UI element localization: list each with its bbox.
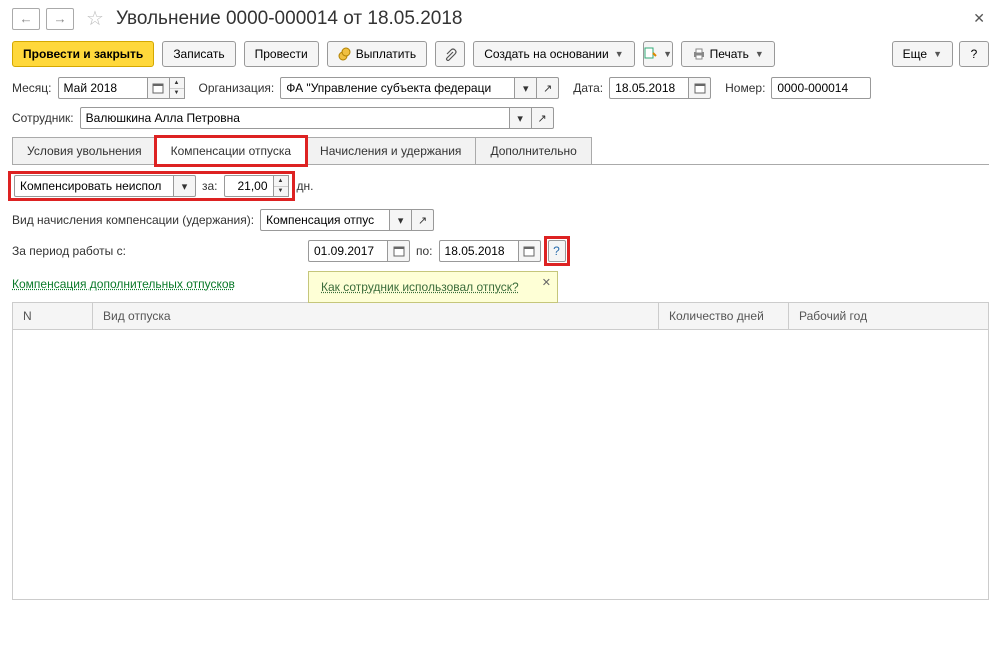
chevron-down-icon: ▼ bbox=[663, 49, 672, 59]
month-input[interactable] bbox=[58, 77, 148, 99]
tab-additional[interactable]: Дополнительно bbox=[475, 137, 591, 164]
document-icon bbox=[643, 47, 657, 61]
attachment-button[interactable] bbox=[435, 41, 465, 67]
month-input-group: ▲ ▼ bbox=[58, 77, 185, 99]
days-down-button[interactable]: ▼ bbox=[274, 187, 288, 197]
print-button[interactable]: Печать ▼ bbox=[681, 41, 775, 67]
for-label: за: bbox=[202, 179, 218, 193]
col-work-year: Рабочий год bbox=[789, 303, 989, 330]
calendar-icon[interactable] bbox=[689, 77, 711, 99]
calendar-icon[interactable] bbox=[388, 240, 410, 262]
dropdown-icon[interactable]: ▾ bbox=[510, 107, 532, 129]
coins-icon bbox=[338, 47, 352, 61]
vacation-usage-tooltip: ✕ Как сотрудник использовал отпуск? bbox=[308, 271, 558, 303]
days-unit-label: дн. bbox=[297, 179, 314, 193]
col-leave-type: Вид отпуска bbox=[93, 303, 659, 330]
dropdown-icon[interactable]: ▾ bbox=[390, 209, 412, 231]
org-label: Организация: bbox=[199, 81, 275, 95]
compensate-row: ▾ за: ▲ ▼ дн. bbox=[12, 175, 989, 197]
fields-row-1: Месяц: ▲ ▼ Организация: ▾ ↗ Дата: Номер: bbox=[12, 77, 989, 99]
col-days: Количество дней bbox=[659, 303, 789, 330]
date-input[interactable] bbox=[609, 77, 689, 99]
days-up-button[interactable]: ▲ bbox=[274, 176, 288, 187]
tooltip-link[interactable]: Как сотрудник использовал отпуск? bbox=[321, 280, 519, 294]
star-icon[interactable]: ☆ bbox=[86, 6, 104, 31]
number-input[interactable] bbox=[771, 77, 871, 99]
number-label: Номер: bbox=[725, 81, 765, 95]
accrual-input[interactable] bbox=[260, 209, 390, 231]
accrual-row: Вид начисления компенсации (удержания): … bbox=[12, 209, 989, 231]
days-input[interactable] bbox=[224, 175, 274, 197]
calendar-icon[interactable] bbox=[148, 77, 170, 99]
extra-leave-table: N Вид отпуска Количество дней Рабочий го… bbox=[12, 302, 989, 330]
tooltip-close-icon[interactable]: ✕ bbox=[542, 276, 551, 289]
period-to-group bbox=[439, 240, 541, 262]
period-row: За период работы с: по: ? bbox=[12, 239, 989, 263]
nav-forward-button[interactable]: → bbox=[46, 8, 74, 30]
print-label: Печать bbox=[710, 47, 749, 61]
accrual-label: Вид начисления компенсации (удержания): bbox=[12, 213, 254, 227]
nav-back-button[interactable]: ← bbox=[12, 8, 40, 30]
table-body-empty bbox=[12, 330, 989, 600]
pay-label: Выплатить bbox=[356, 47, 417, 61]
close-icon[interactable]: ✕ bbox=[969, 10, 989, 27]
create-based-button[interactable]: Создать на основании ▼ bbox=[473, 41, 634, 67]
extra-compensation-link[interactable]: Компенсация дополнительных отпусков bbox=[12, 277, 235, 291]
paperclip-icon bbox=[443, 47, 457, 61]
period-help-button[interactable]: ? bbox=[548, 240, 566, 262]
compensate-type-input[interactable] bbox=[14, 175, 174, 197]
date-label: Дата: bbox=[573, 81, 603, 95]
period-to-label: по: bbox=[416, 244, 433, 258]
open-icon[interactable]: ↗ bbox=[532, 107, 554, 129]
month-down-button[interactable]: ▼ bbox=[170, 89, 184, 99]
compensate-type-group: ▾ bbox=[14, 175, 196, 197]
more-label: Еще bbox=[903, 47, 927, 61]
period-from-group bbox=[308, 240, 410, 262]
window-header: ← → ☆ Увольнение 0000-000014 от 18.05.20… bbox=[12, 6, 989, 31]
employee-input-group: ▾ ↗ bbox=[80, 107, 554, 129]
document-action-button[interactable]: ▼ bbox=[643, 41, 673, 67]
post-and-close-button[interactable]: Провести и закрыть bbox=[12, 41, 154, 67]
dropdown-icon[interactable]: ▾ bbox=[515, 77, 537, 99]
date-input-group bbox=[609, 77, 711, 99]
org-input[interactable] bbox=[280, 77, 515, 99]
tab-accruals[interactable]: Начисления и удержания bbox=[305, 137, 476, 164]
chevron-down-icon: ▼ bbox=[615, 49, 624, 59]
chevron-down-icon: ▼ bbox=[755, 49, 764, 59]
printer-icon bbox=[692, 47, 706, 61]
create-based-label: Создать на основании bbox=[484, 47, 609, 61]
calendar-icon[interactable] bbox=[519, 240, 541, 262]
open-icon[interactable]: ↗ bbox=[537, 77, 559, 99]
tabs: Условия увольнения Компенсации отпуска Н… bbox=[12, 137, 989, 165]
post-button[interactable]: Провести bbox=[244, 41, 319, 67]
tab-conditions[interactable]: Условия увольнения bbox=[12, 137, 157, 164]
month-up-button[interactable]: ▲ bbox=[170, 78, 184, 89]
org-input-group: ▾ ↗ bbox=[280, 77, 559, 99]
month-label: Месяц: bbox=[12, 81, 52, 95]
chevron-down-icon: ▼ bbox=[933, 49, 942, 59]
open-icon[interactable]: ↗ bbox=[412, 209, 434, 231]
employee-label: Сотрудник: bbox=[12, 111, 74, 125]
help-button[interactable]: ? bbox=[959, 41, 989, 67]
accrual-input-group: ▾ ↗ bbox=[260, 209, 434, 231]
period-from-input[interactable] bbox=[308, 240, 388, 262]
days-input-group: ▲ ▼ bbox=[224, 175, 289, 197]
page-title: Увольнение 0000-000014 от 18.05.2018 bbox=[116, 8, 463, 30]
fields-row-2: Сотрудник: ▾ ↗ bbox=[12, 107, 989, 129]
more-button[interactable]: Еще ▼ bbox=[892, 41, 953, 67]
pay-button[interactable]: Выплатить bbox=[327, 41, 428, 67]
main-toolbar: Провести и закрыть Записать Провести Вып… bbox=[12, 41, 989, 67]
period-label: За период работы с: bbox=[12, 244, 302, 258]
employee-input[interactable] bbox=[80, 107, 510, 129]
period-to-input[interactable] bbox=[439, 240, 519, 262]
dropdown-icon[interactable]: ▾ bbox=[174, 175, 196, 197]
col-n: N bbox=[13, 303, 93, 330]
save-button[interactable]: Записать bbox=[162, 41, 235, 67]
tab-compensations[interactable]: Компенсации отпуска bbox=[156, 137, 306, 165]
